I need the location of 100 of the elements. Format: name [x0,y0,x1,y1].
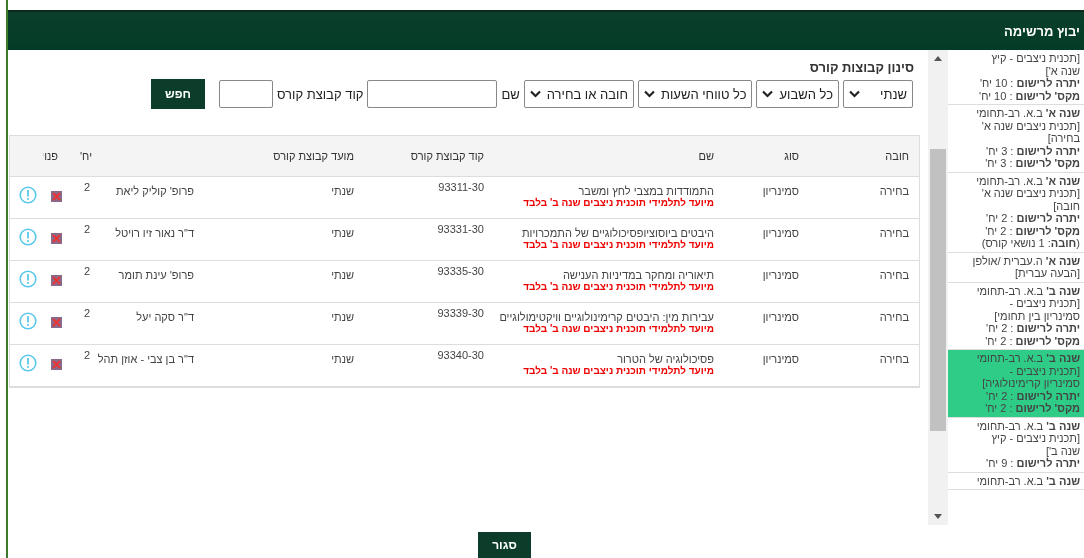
table-cell-text: שנתי [330,353,354,365]
table-cell-text: 2 [82,349,90,361]
scroll-thumb[interactable] [930,149,946,431]
chevron-down-icon [643,90,655,98]
item-text: שנה א' ה.עברית /אולפן [971,254,1080,267]
item-text: שנה ב'] [1045,444,1080,457]
item-text: [הבעה עברית] [1014,267,1080,280]
info-icon[interactable] [19,312,37,330]
item-text: יתרה לרישום : 10 יח' [979,77,1080,90]
table-cell-text: 93335-30 [436,265,484,277]
item-text: [תכנית ניצבים שנה א' [980,187,1080,200]
name-field[interactable] [367,80,498,108]
item-text: יתרה לרישום : 3 יח' [985,144,1080,157]
filter-select[interactable]: כל טווחי השעות [637,80,753,108]
chevron-down-icon [849,90,860,98]
table-cell-text: סמינריון [761,185,799,197]
item-text: שנה א' ב.א. רב-תחומי [975,174,1080,187]
course-name: תיאוריה ומחקר במדיניות הענישה [561,269,714,281]
item-text: יתרה לרישום : 9 יח' [985,457,1080,470]
course-name: התמודדות במצבי לחץ ומשבר [577,185,714,197]
table-cell-text: פרופ' קוליק ליאת [114,185,194,197]
broken-image-icon [51,191,62,202]
filter-select[interactable]: כל השבוע [756,80,839,108]
table-cell-text: 93311-30 [437,181,484,193]
item-text: יתרה לרישום : 2 יח' [985,322,1080,335]
code-field[interactable] [218,80,273,108]
table-cell-text: בחירה [878,185,909,197]
item-text: מקס' לרישום : 2 יח' [984,334,1080,347]
item-text: שנה ב' ב.א. רב-תחומי [975,419,1080,432]
table-cell-text: 93339-30 [436,307,484,319]
chevron-down-icon [762,90,774,98]
info-icon[interactable] [19,228,37,246]
item-text: סמינריון קרימינולוגיה] [981,377,1080,390]
table-cell-text: ד"ר סקה יעל [135,311,194,323]
scrollbar[interactable] [928,50,948,525]
table-cell-text: שנתי [330,269,354,281]
table-cell-text: בחירה [878,311,909,323]
scroll-up-icon[interactable] [934,56,942,61]
table-cell-text: סמינריון [761,353,799,365]
column-header: יח' [68,136,94,177]
field-label: קוד קבוצת קורס [276,86,364,102]
item-text: מקס' לרישום : 10 יח' [978,89,1080,102]
table-cell-text: 2 [82,307,90,319]
course-name: עבירות מין: היבטים קרימינולוגיים וויקטימולוגיים [498,311,714,323]
item-text: שנה א' ב.א. רב-תחומי [975,107,1080,120]
table-cell-text: שנתי [330,185,354,197]
column-header: שם [494,136,724,177]
item-text: [תכנית ניצבים - [1008,297,1080,310]
table-cell-text: 2 [82,265,90,277]
item-text: שנה ב' ב.א. רב-תחומי [975,284,1080,297]
course-note: מיועד לתלמידי תוכנית ניצבים שנה ב' בלבד [522,239,714,250]
table-cell-text: ד"ר נאור זיו רויטל [114,227,194,239]
item-text: [תכנית ניצבים - [1008,364,1080,377]
course-name: היבטים ביוסוציופסיכולוגיים של התמכרויות [521,227,714,239]
info-icon[interactable] [19,270,37,288]
table-cell-text: סמינריון [761,227,799,239]
filter-select[interactable]: חובה או בחירה [523,80,634,108]
table-cell-text: שנתי [330,227,354,239]
filter-select[interactable]: שנתי [843,80,913,108]
table-cell-text: 93331-30 [436,223,484,235]
scroll-down-icon[interactable] [934,514,942,519]
info-icon[interactable] [19,186,37,204]
item-text: מקס' לרישום : 2 יח' [984,224,1080,237]
item-text: [תכנית ניצבים - קיץ [990,52,1080,65]
table-cell-text: 93340-30 [436,349,484,361]
info-icon[interactable] [19,354,37,372]
item-text: סמינריון בין תחומי] [993,309,1080,322]
table-cell-text: בחירה [878,269,909,281]
sidebar-item[interactable]: שנה א' ה.עברית /אולפן [הבעה עברית] [948,252,1084,283]
table-cell-text: ד"ר בן צבי - אוזן תהל [96,353,194,365]
column-header: מועד קבוצת קורס [204,136,364,177]
table-cell-text: שנתי [330,311,354,323]
field-label: שם [501,86,520,102]
table-cell-text: בחירה [878,353,909,365]
column-header: סוג [724,136,809,177]
column-header: חובה [809,136,919,177]
column-header: קוד קבוצת קורס [364,136,494,177]
close-button[interactable]: סגור [478,532,531,558]
item-text: [תכנית ניצבים - קיץ [990,432,1080,445]
filter-title: סינון קבוצות קורס [808,60,914,75]
broken-image-icon [51,233,62,244]
broken-image-icon [51,317,62,328]
table-cell-text: פרופ' עינת תומר [117,269,194,281]
sidebar-item[interactable]: שנה ב' ב.א. רב-תחומי [תכנית ניצבים - סמינריון קרימינולוגיה] יתרה לרישום : 2 יח' מקס' לרישום : 2 יח' [948,350,1084,418]
course-note: מיועד לתלמידי תוכנית ניצבים שנה ב' בלבד [522,197,714,208]
search-button[interactable]: חפש [151,79,205,109]
item-text: שנה ב' ב.א. רב-תחומי [975,352,1080,365]
window-title: יבוץ מרשימה [1004,23,1080,39]
item-text: שנה ב' ב.א. רב-תחומי [975,474,1080,487]
table-cell-text: 2 [82,223,90,235]
broken-image-icon [51,359,62,370]
item-text: שנה א'] [1045,64,1080,77]
course-name: פסיכולוגיה של הטרור [616,353,714,365]
course-note: מיועד לתלמידי תוכנית ניצבים שנה ב' בלבד [522,281,714,292]
table-cell-text: בחירה [878,227,909,239]
table-cell-text: סמינריון [761,269,799,281]
item-text: מקס' לרישום : 3 יח' [984,157,1080,170]
table-cell-text: 2 [82,181,90,193]
item-text: יתרה לרישום : 2 יח' [985,212,1080,225]
item-text: (חובה: 1 נושאי קורס) [980,237,1080,250]
